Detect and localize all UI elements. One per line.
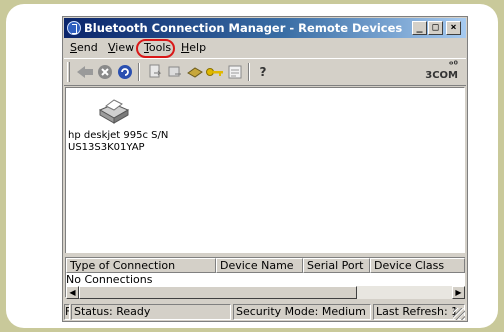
- connect-icon[interactable]: [186, 63, 204, 81]
- status-ready: Status: Ready: [71, 304, 231, 320]
- window-title: Bluetooth Connection Manager - Remote De…: [84, 21, 403, 35]
- column-device-name[interactable]: Device Name: [216, 258, 303, 273]
- toolbar-grip[interactable]: [67, 62, 70, 82]
- properties-icon[interactable]: [226, 63, 244, 81]
- column-device-class[interactable]: Device Class: [370, 258, 465, 273]
- scroll-thumb[interactable]: [79, 286, 357, 299]
- scroll-left-button[interactable]: ◀: [66, 286, 79, 299]
- app-window: Bluetooth Connection Manager - Remote De…: [62, 16, 468, 322]
- 3com-logo-text: 3COM: [425, 70, 458, 81]
- connections-list[interactable]: Type of Connection Device Name Serial Po…: [65, 257, 465, 299]
- refresh-icon[interactable]: [116, 63, 134, 81]
- menu-help-label: elp: [189, 41, 207, 54]
- toolbar-separator: [138, 63, 140, 81]
- bluetooth-app-icon: [67, 21, 81, 35]
- title-bar[interactable]: Bluetooth Connection Manager - Remote De…: [64, 18, 466, 38]
- menu-view-label: iew: [115, 41, 135, 54]
- stop-icon[interactable]: [96, 63, 114, 81]
- menu-bar: Send View Tools Help: [64, 39, 466, 57]
- key-icon[interactable]: [206, 63, 224, 81]
- printer-icon: [98, 99, 130, 124]
- tools-highlight-circle: [136, 39, 175, 58]
- list-empty-text: No Connections: [66, 273, 153, 286]
- status-security-mode: Security Mode: Medium: [233, 304, 371, 320]
- minimize-button[interactable]: _: [412, 21, 427, 35]
- back-icon[interactable]: [76, 63, 94, 81]
- toolbar-separator-2: [248, 63, 250, 81]
- toolbar: ? ᵒ⁰ 3COM: [64, 58, 466, 86]
- close-button[interactable]: ×: [446, 21, 461, 35]
- status-pane-first: F: [64, 304, 70, 320]
- column-type-of-connection[interactable]: Type of Connection: [66, 258, 216, 273]
- resize-grip[interactable]: [453, 308, 465, 320]
- send-file-icon[interactable]: [146, 63, 164, 81]
- help-icon[interactable]: ?: [254, 63, 272, 81]
- column-serial-port[interactable]: Serial Port: [303, 258, 370, 273]
- send-item-icon[interactable]: [166, 63, 184, 81]
- maximize-button[interactable]: □: [428, 21, 443, 35]
- horizontal-scrollbar[interactable]: ◀ ▶: [66, 286, 465, 299]
- scroll-right-button[interactable]: ▶: [452, 286, 465, 299]
- menu-send-label: end: [76, 41, 98, 54]
- status-last-refresh: Last Refresh: 1: [373, 304, 465, 320]
- menu-help[interactable]: Help: [181, 41, 206, 54]
- menu-send-accel: S: [70, 41, 77, 54]
- remote-devices-pane[interactable]: hp deskjet 995c S/N US13S3K01YAP: [65, 87, 465, 253]
- 3com-logo: ᵒ⁰ 3COM: [425, 61, 458, 81]
- menu-send[interactable]: Send: [70, 41, 98, 54]
- status-bar: F Status: Ready Security Mode: Medium La…: [64, 303, 466, 321]
- device-name: hp deskjet 995c S/N US13S3K01YAP: [68, 130, 169, 153]
- list-header: Type of Connection Device Name Serial Po…: [66, 258, 465, 273]
- menu-view[interactable]: View: [108, 41, 134, 54]
